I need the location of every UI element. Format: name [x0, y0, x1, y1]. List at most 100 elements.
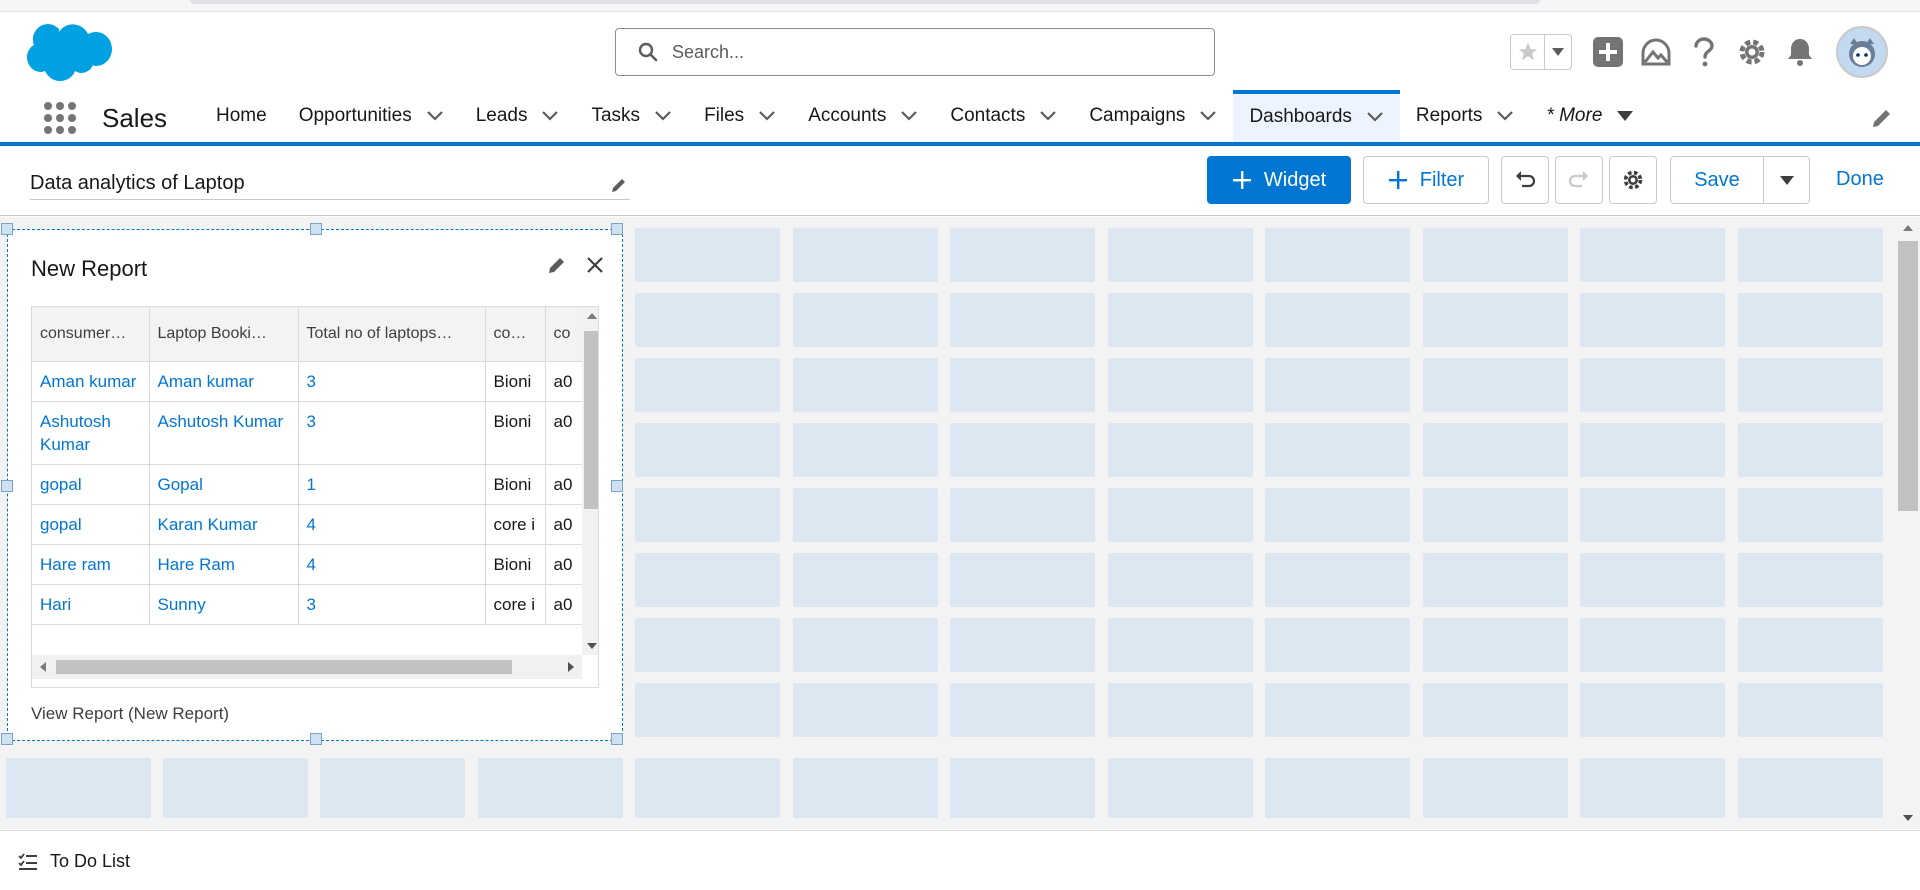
view-report-link[interactable]: View Report (New Report) [31, 704, 229, 724]
chevron-down-icon[interactable] [426, 110, 444, 122]
nav-item-tasks[interactable]: Tasks [575, 90, 688, 142]
scroll-up-arrow[interactable] [1903, 225, 1913, 231]
report-widget[interactable]: New Report consumer… Laptop Booki… Total n… [1, 223, 623, 745]
resize-handle[interactable] [611, 480, 623, 492]
chevron-down-icon[interactable] [1496, 110, 1514, 122]
trailhead-button[interactable] [1640, 36, 1672, 68]
table-cell[interactable]: Ashutosh Kumar [32, 401, 150, 465]
column-header[interactable]: consumer… [32, 307, 150, 362]
nav-item-files[interactable]: Files [688, 90, 792, 142]
dashboard-title-field[interactable]: Data analytics of Laptop [30, 168, 630, 200]
pencil-icon[interactable] [610, 176, 628, 194]
nav-item-contacts[interactable]: Contacts [934, 90, 1073, 142]
resize-handle[interactable] [310, 223, 322, 235]
nav-item-accounts[interactable]: Accounts [792, 90, 934, 142]
user-avatar[interactable] [1836, 26, 1888, 78]
table-cell[interactable]: 3 [298, 361, 486, 402]
resize-handle[interactable] [1, 480, 13, 492]
chevron-down-icon[interactable] [1616, 110, 1634, 122]
table-cell[interactable]: Sunny [149, 584, 299, 625]
nav-item-more[interactable]: * More [1530, 90, 1650, 142]
redo-button[interactable] [1555, 156, 1603, 204]
nav-item-leads[interactable]: Leads [460, 90, 576, 142]
chevron-down-icon[interactable] [541, 110, 559, 122]
resize-handle[interactable] [611, 733, 623, 745]
favorites-star-button[interactable] [1511, 35, 1545, 69]
table-cell[interactable]: 4 [298, 504, 486, 545]
close-icon[interactable] [584, 254, 606, 276]
dashboard-title: Data analytics of Laptop [30, 172, 245, 194]
chevron-down-icon[interactable] [900, 110, 918, 122]
table-cell[interactable]: Aman kumar [32, 361, 150, 402]
scroll-right-arrow[interactable] [568, 662, 574, 672]
column-header[interactable]: Laptop Booki… [149, 307, 299, 362]
nav-item-opportunities[interactable]: Opportunities [283, 90, 460, 142]
table-row: gopal Gopal 1 Bioni a0 [32, 464, 583, 505]
chevron-down-icon[interactable] [1366, 111, 1384, 123]
table-cell[interactable]: 4 [298, 544, 486, 585]
table-cell[interactable]: Hare ram [32, 544, 150, 585]
grid-cell [635, 618, 780, 672]
table-cell[interactable]: Aman kumar [149, 361, 299, 402]
vertical-scrollbar[interactable] [582, 307, 598, 655]
salesforce-logo[interactable] [22, 22, 112, 86]
scroll-thumb[interactable] [56, 660, 512, 674]
favorites-group [1510, 34, 1572, 70]
chevron-down-icon[interactable] [1199, 110, 1217, 122]
done-button[interactable]: Done [1836, 168, 1884, 191]
notifications-button[interactable] [1784, 36, 1816, 68]
table-cell[interactable]: Gopal [149, 464, 299, 505]
column-header[interactable]: co… [485, 307, 546, 362]
undo-button[interactable] [1501, 156, 1549, 204]
chevron-down-icon[interactable] [1039, 110, 1057, 122]
add-widget-button[interactable]: Widget [1207, 156, 1351, 204]
chevron-down-icon[interactable] [758, 110, 776, 122]
table-cell[interactable]: Hari [32, 584, 150, 625]
nav-item-dashboards[interactable]: Dashboards [1233, 90, 1400, 142]
table-cell[interactable]: 1 [298, 464, 486, 505]
scroll-thumb[interactable] [1898, 241, 1918, 511]
resize-handle[interactable] [1, 223, 13, 235]
global-actions-button[interactable] [1592, 36, 1624, 68]
grid-cell [1108, 293, 1253, 347]
horizontal-scrollbar[interactable] [32, 655, 582, 679]
edit-nav-icon[interactable] [1870, 106, 1894, 130]
help-button[interactable] [1688, 36, 1720, 68]
nav-item-campaigns[interactable]: Campaigns [1073, 90, 1233, 142]
app-launcher-icon[interactable] [42, 100, 78, 136]
column-header[interactable]: Total no of laptops… [298, 307, 486, 362]
scroll-down-arrow[interactable] [1903, 815, 1913, 821]
table-cell[interactable]: Hare Ram [149, 544, 299, 585]
resize-handle[interactable] [611, 223, 623, 235]
widget-title: New Report [31, 256, 148, 281]
add-filter-button[interactable]: Filter [1363, 156, 1489, 204]
table-cell[interactable]: Ashutosh Kumar [149, 401, 299, 465]
table-cell[interactable]: 3 [298, 401, 486, 465]
favorites-menu-button[interactable] [1545, 35, 1571, 69]
edit-widget-icon[interactable] [546, 254, 568, 276]
column-header[interactable]: co [545, 307, 583, 362]
table-cell[interactable]: gopal [32, 464, 150, 505]
page-scrollbar[interactable] [1896, 217, 1920, 829]
scroll-left-arrow[interactable] [40, 662, 46, 672]
table-cell[interactable]: 3 [298, 584, 486, 625]
save-options-button[interactable] [1763, 156, 1810, 204]
grid-cell [1265, 758, 1410, 818]
nav-item-reports[interactable]: Reports [1400, 90, 1531, 142]
grid-cell [793, 758, 938, 818]
dashboard-properties-button[interactable] [1609, 156, 1657, 204]
table-cell[interactable]: Karan Kumar [149, 504, 299, 545]
grid-cell [1108, 553, 1253, 607]
scroll-down-arrow[interactable] [587, 643, 597, 649]
table-cell[interactable]: gopal [32, 504, 150, 545]
scroll-up-arrow[interactable] [587, 313, 597, 319]
todo-list-button[interactable]: To Do List [18, 851, 130, 872]
chevron-down-icon[interactable] [654, 110, 672, 122]
resize-handle[interactable] [1, 733, 13, 745]
nav-item-home[interactable]: Home [200, 90, 283, 142]
setup-button[interactable] [1736, 36, 1768, 68]
scroll-thumb[interactable] [584, 331, 598, 509]
global-search-input[interactable]: Search... [615, 28, 1215, 76]
resize-handle[interactable] [310, 733, 322, 745]
save-button[interactable]: Save [1670, 156, 1764, 204]
